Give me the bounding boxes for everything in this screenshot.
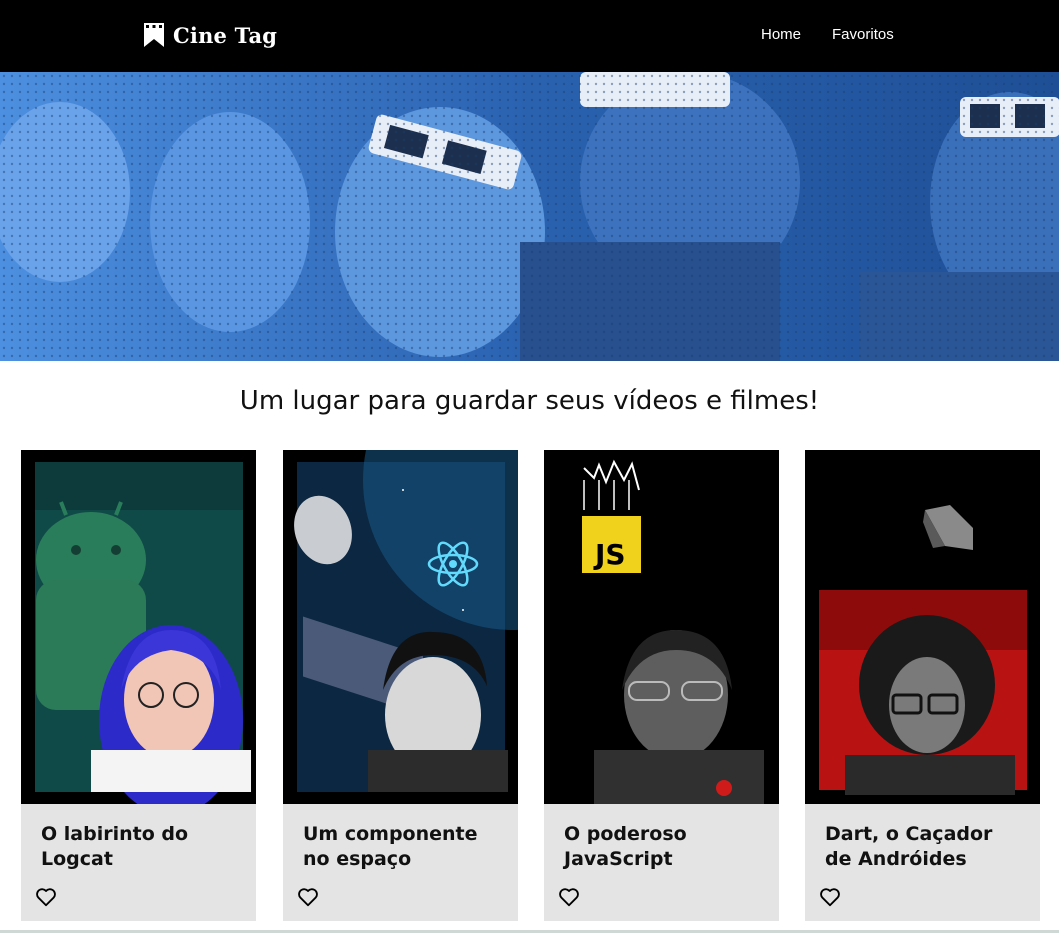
thumbnail-javascript-image: JS	[544, 450, 779, 804]
logo[interactable]: Cine Tag	[143, 20, 277, 50]
heart-outline-icon[interactable]	[819, 886, 841, 908]
video-title: Dart, o Caçador de Andróides	[825, 823, 993, 870]
js-badge-text: JS	[593, 538, 626, 571]
nav-favoritos-link[interactable]: Favoritos	[832, 26, 894, 43]
page-tagline: Um lugar para guardar seus vídeos e film…	[239, 386, 820, 416]
logo-text: Cine Tag	[173, 22, 278, 48]
video-thumbnail[interactable]: JS	[544, 450, 779, 804]
video-card[interactable]: JS O poderoso JavaScript	[544, 450, 779, 921]
heart-outline-icon[interactable]	[35, 886, 57, 908]
hero-banner	[0, 72, 1059, 361]
bookmark-clapper-icon	[144, 23, 164, 47]
video-thumbnail[interactable]	[21, 450, 256, 804]
video-card[interactable]: O labirinto do Logcat	[21, 450, 256, 921]
thumbnail-android-image	[35, 462, 251, 804]
banner-image	[0, 72, 1059, 361]
video-thumbnail[interactable]	[805, 450, 1040, 804]
heart-outline-icon[interactable]	[297, 886, 319, 908]
main-nav: Home Favoritos	[761, 26, 894, 43]
video-title: O labirinto do Logcat	[41, 823, 189, 870]
video-card[interactable]: Dart, o Caçador de Andróides	[805, 450, 1040, 921]
nav-home-link[interactable]: Home	[761, 26, 801, 43]
thumbnail-react-space-image	[294, 450, 518, 792]
video-title: O poderoso JavaScript	[564, 823, 687, 870]
thumbnail-dart-image	[805, 450, 1040, 804]
video-card[interactable]: Um componente no espaço	[283, 450, 518, 921]
top-header: Cine Tag Home Favoritos	[0, 0, 1059, 72]
video-title: Um componente no espaço	[303, 823, 478, 870]
video-thumbnail[interactable]	[283, 450, 518, 804]
heart-outline-icon[interactable]	[558, 886, 580, 908]
